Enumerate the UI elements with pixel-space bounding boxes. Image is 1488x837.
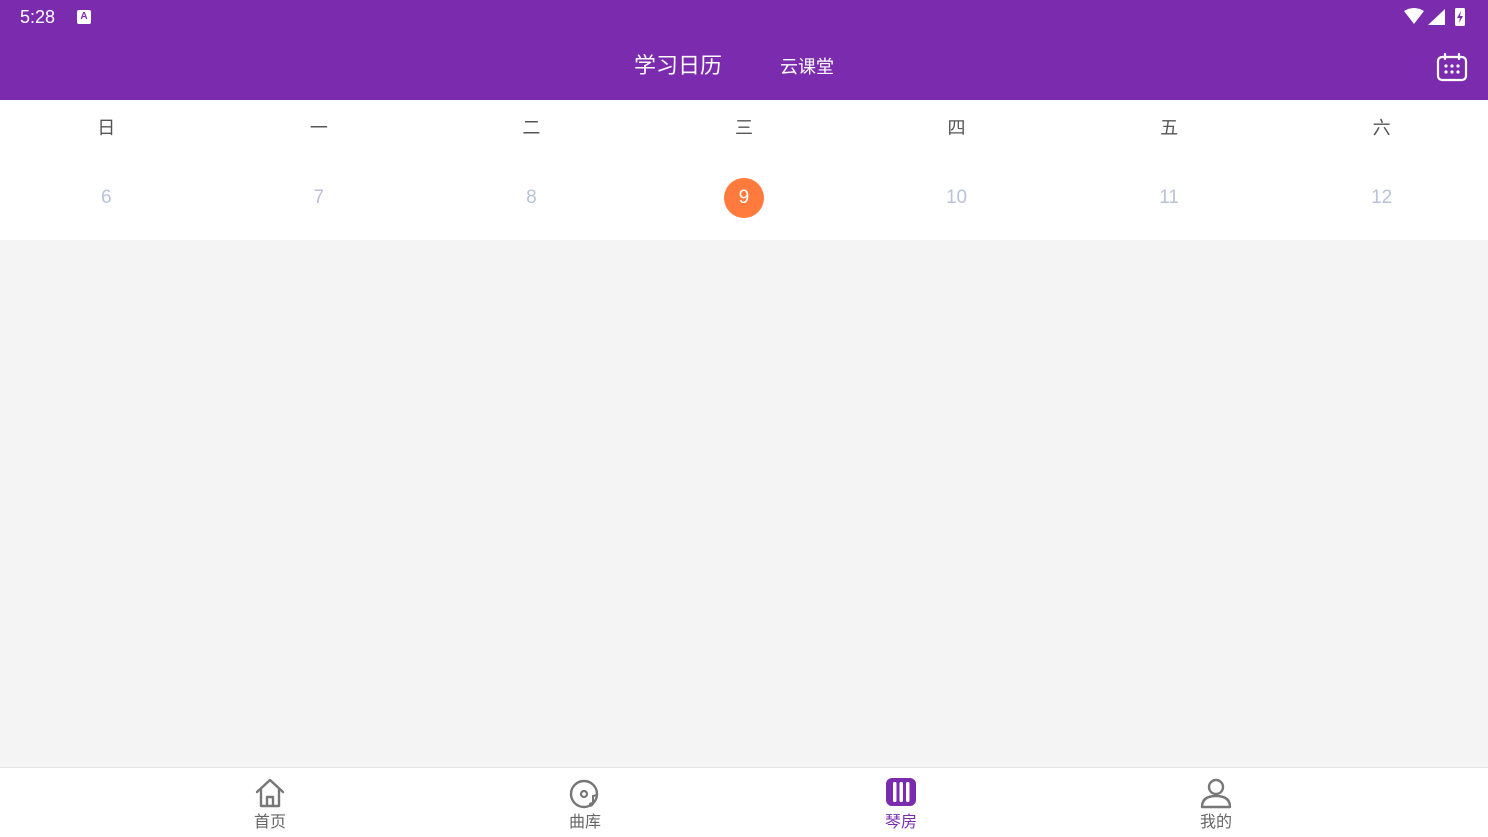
piano-icon — [886, 778, 916, 806]
date-9-selected[interactable]: 9 — [723, 178, 764, 218]
notification-letter: A — [80, 11, 88, 22]
calendar-icon[interactable] — [1436, 52, 1468, 82]
date-row: 6 7 8 9 10 11 12 — [0, 176, 1488, 220]
weekday-cell: 二 — [425, 114, 638, 144]
date-8[interactable]: 8 — [511, 178, 551, 218]
header: 5:28 A 学习日历 云课堂 — [0, 0, 1488, 100]
weekday-cell: 四 — [850, 114, 1063, 144]
date-cell[interactable]: 11 — [1063, 176, 1276, 220]
date-11[interactable]: 11 — [1149, 178, 1189, 218]
notification-icon: A — [77, 10, 91, 24]
signal-icon — [1428, 9, 1445, 25]
weekday-cell: 一 — [213, 114, 426, 144]
status-icons — [1404, 8, 1465, 26]
weekday-label: 二 — [522, 118, 541, 139]
weekday-cell: 五 — [1063, 114, 1276, 144]
weekday-cell: 日 — [0, 114, 213, 144]
music-disc-icon — [569, 779, 599, 809]
date-cell[interactable]: 7 — [213, 176, 426, 220]
status-time: 5:28 — [20, 7, 56, 27]
status-bar: 5:28 A — [0, 0, 1488, 34]
nav-item-mine[interactable]: 我的 — [1166, 774, 1266, 834]
nav-item-library[interactable]: 曲库 — [535, 774, 635, 834]
tab-study-calendar[interactable]: 学习日历 — [634, 52, 722, 82]
weekday-label: 五 — [1160, 118, 1179, 139]
date-cell[interactable]: 12 — [1275, 176, 1488, 220]
weekday-cell: 三 — [638, 114, 851, 144]
weekday-label: 六 — [1372, 118, 1391, 139]
date-cell[interactable]: 6 — [0, 176, 213, 220]
bottom-nav: 首页 曲库 琴房 我的 — [0, 767, 1488, 837]
app-root: 5:28 A 学习日历 云课堂 日 一 二 三 四 五 六 6 7 8 9 10… — [0, 0, 1488, 837]
nav-label-home: 首页 — [253, 812, 286, 831]
date-12[interactable]: 12 — [1362, 178, 1402, 218]
weekday-label: 四 — [947, 118, 966, 139]
nav-label-mine: 我的 — [1199, 812, 1232, 831]
weekday-label: 三 — [734, 118, 753, 139]
weekday-label: 日 — [97, 118, 116, 139]
title-bar: 学习日历 云课堂 — [0, 34, 1488, 100]
nav-label-piano-room: 琴房 — [884, 812, 917, 831]
date-6[interactable]: 6 — [86, 178, 126, 218]
user-icon — [1200, 778, 1232, 809]
home-icon — [255, 778, 285, 808]
date-cell[interactable]: 9 — [638, 176, 851, 220]
nav-item-piano-room[interactable]: 琴房 — [851, 774, 951, 834]
nav-label-library: 曲库 — [568, 812, 601, 831]
date-10[interactable]: 10 — [937, 178, 977, 218]
date-cell[interactable]: 8 — [425, 176, 638, 220]
weekday-cell: 六 — [1275, 114, 1488, 144]
wifi-icon — [1404, 8, 1424, 24]
content-area — [0, 240, 1488, 767]
nav-item-home[interactable]: 首页 — [220, 774, 320, 834]
date-cell[interactable]: 10 — [850, 176, 1063, 220]
date-7[interactable]: 7 — [299, 178, 339, 218]
tab-cloud-classroom[interactable]: 云课堂 — [780, 55, 834, 81]
week-calendar: 日 一 二 三 四 五 六 6 7 8 9 10 11 12 — [0, 100, 1488, 240]
weekday-label: 一 — [309, 118, 328, 139]
weekday-row: 日 一 二 三 四 五 六 — [0, 114, 1488, 144]
